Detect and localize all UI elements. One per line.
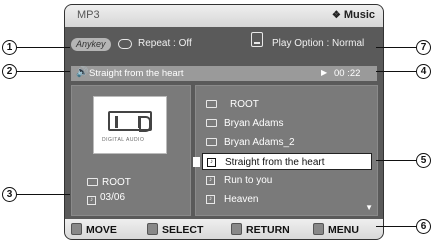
music-mode-icon: ❖ (331, 10, 341, 21)
play-option-icon (251, 32, 263, 47)
now-playing-title: Straight from the heart (89, 68, 184, 79)
list-item-root[interactable]: ROOT (202, 96, 372, 113)
return-icon (231, 223, 242, 235)
callout-7-line (376, 47, 416, 48)
folder-icon (206, 138, 217, 146)
mp3-logo-text: DIGITAL AUDIO (102, 137, 145, 143)
move-label: MOVE (86, 224, 117, 236)
play-option-status[interactable]: Play Option : Normal (272, 38, 364, 49)
list-item-label: Straight from the heart (225, 157, 325, 168)
select-icon (147, 223, 158, 235)
callout-2-line (17, 71, 70, 72)
menu-label: MENU (328, 224, 359, 236)
callout-7: 7 (416, 40, 431, 55)
elapsed-time: 00 :22 (334, 68, 361, 79)
select-label: SELECT (162, 224, 204, 236)
callout-6: 6 (416, 219, 431, 234)
screen-title: MP3 (77, 9, 100, 21)
return-label: RETURN (246, 224, 290, 236)
list-item-label: Bryan Adams (224, 118, 284, 129)
now-playing-speaker-icon (193, 157, 200, 167)
info-row: Anykey Repeat : Off Play Option : Normal (65, 27, 383, 63)
callout-1: 1 (2, 40, 17, 55)
move-hint: MOVE (71, 223, 117, 236)
mode-label: ❖ Music (332, 9, 375, 21)
anykey-button[interactable]: Anykey (71, 38, 111, 51)
return-hint: RETURN (231, 223, 290, 236)
menu-hint: MENU (313, 223, 359, 236)
music-file-icon: ♪ (206, 195, 215, 204)
repeat-status[interactable]: Repeat : Off (138, 38, 192, 49)
folder-icon (87, 178, 98, 186)
music-file-icon: ♪ (206, 176, 215, 185)
current-folder: ROOT (87, 177, 131, 188)
callout-3: 3 (2, 187, 17, 202)
move-icon (71, 223, 82, 235)
mode-text: Music (343, 9, 375, 21)
speaker-icon: 🔊 (76, 67, 89, 78)
current-folder-label: ROOT (102, 177, 131, 188)
mp3-screen: MP3 ❖ Music Anykey Repeat : Off Play Opti… (64, 4, 384, 240)
callout-5-line (376, 160, 416, 161)
music-file-icon: ♪ (87, 196, 96, 205)
repeat-icon (118, 39, 132, 49)
callout-6-line (376, 226, 416, 227)
callout-4: 4 (416, 64, 431, 79)
menu-icon (313, 223, 324, 235)
folder-icon (206, 119, 217, 127)
mp3-logo-icon (108, 111, 152, 132)
list-item-label: Run to you (224, 175, 273, 186)
music-file-icon: ♪ (207, 158, 216, 167)
list-item-label: ROOT (230, 99, 259, 110)
list-item-selected-track[interactable]: ♪ Straight from the heart (193, 153, 372, 170)
callout-5: 5 (416, 153, 431, 168)
root-folder-icon (206, 100, 217, 108)
list-item-track[interactable]: ♪ Run to you (202, 172, 372, 189)
now-playing-bar: 🔊 Straight from the heart ▶ 00 :22 (71, 66, 377, 81)
callout-4-line (376, 71, 416, 72)
callout-1-line (17, 47, 70, 48)
mp3-logo: DIGITAL AUDIO (93, 96, 167, 154)
info-panel: DIGITAL AUDIO ROOT ♪ 03/06 (71, 85, 191, 216)
select-hint: SELECT (147, 223, 203, 236)
list-item-track[interactable]: ♪ Heaven (202, 191, 372, 208)
file-list: ROOT Bryan Adams Bryan Adams_2 ♪ Straigh… (193, 85, 378, 216)
list-item-folder[interactable]: Bryan Adams (202, 115, 372, 132)
callout-2: 2 (2, 64, 17, 79)
list-item-folder[interactable]: Bryan Adams_2 (202, 134, 372, 151)
list-item-label: Bryan Adams_2 (224, 137, 295, 148)
track-count: ♪ 03/06 (87, 192, 125, 205)
list-item-label: Heaven (224, 194, 259, 205)
control-bar: MOVE SELECT RETURN MENU (65, 219, 383, 239)
title-bar: MP3 ❖ Music (65, 5, 383, 27)
callout-3-line (17, 194, 70, 195)
play-icon: ▶ (321, 68, 328, 77)
track-count-label: 03/06 (100, 192, 126, 203)
scroll-down-icon[interactable]: ▼ (365, 203, 373, 212)
